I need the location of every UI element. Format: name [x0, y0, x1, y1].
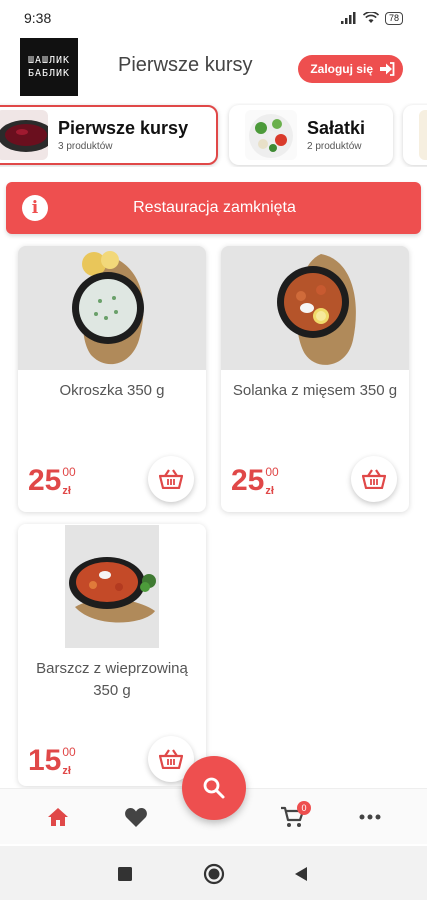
- product-name: Barszcz z wieprzowiną 350 g: [36, 660, 188, 699]
- basket-icon: [159, 749, 183, 769]
- recents-button[interactable]: [114, 863, 136, 885]
- product-image: [221, 246, 409, 370]
- category-card-pierwsze-kursy[interactable]: Pierwsze kursy 3 produktów: [0, 105, 218, 165]
- product-name: Okroszka 350 g: [59, 382, 165, 399]
- wifi-icon: [362, 12, 379, 23]
- nav-more[interactable]: [356, 803, 384, 831]
- product-name: Solanka z mięsem 350 g: [232, 382, 398, 399]
- price-integer: 15: [28, 744, 62, 777]
- add-to-cart-button[interactable]: [351, 456, 397, 502]
- battery-icon: 78: [384, 11, 403, 25]
- price-currency: zł: [62, 765, 71, 777]
- signal-icon: [340, 12, 356, 24]
- logo-line-2: БАБЛИК: [27, 68, 71, 79]
- nav-home[interactable]: [44, 803, 72, 831]
- square-icon: [118, 867, 132, 881]
- status-time: 9:38: [24, 10, 52, 26]
- price-decimal: 00: [62, 465, 76, 479]
- category-count: 3 produktów: [58, 141, 113, 152]
- category-image: [419, 110, 427, 160]
- triangle-back-icon: [295, 867, 307, 881]
- category-card-partial[interactable]: [403, 105, 427, 165]
- restaurant-logo[interactable]: ШАШЛИК БАБЛИК: [20, 38, 78, 96]
- price-integer: 25: [231, 464, 265, 497]
- price-currency: zł: [265, 485, 274, 497]
- heart-icon: [125, 807, 147, 827]
- category-name: Pierwsze kursy: [58, 118, 189, 138]
- nav-cart[interactable]: 0: [278, 801, 311, 831]
- back-button[interactable]: [290, 863, 312, 885]
- price-integer: 25: [28, 464, 62, 497]
- header: ШАШЛИК БАБЛИК Pierwsze kursy Zaloguj się: [0, 36, 427, 98]
- product-card-solanka[interactable]: Solanka z mięsem 350 g 25 00 zł: [221, 246, 409, 512]
- category-name: Sałatki: [307, 118, 366, 138]
- basket-icon: [362, 469, 386, 489]
- more-icon: [359, 814, 381, 820]
- search-icon: [203, 777, 225, 799]
- basket-icon: [159, 469, 183, 489]
- category-image: [0, 110, 48, 160]
- status-icons: 78: [340, 11, 403, 25]
- product-card-barszcz[interactable]: Barszcz z wieprzowiną 350 g 15 00 zł: [18, 524, 206, 786]
- logo-line-1: ШАШЛИК: [27, 55, 71, 66]
- price-decimal: 00: [62, 745, 76, 759]
- info-icon: i: [22, 195, 48, 221]
- system-navigation-bar: [0, 846, 427, 900]
- status-bar: 9:38 78: [0, 0, 427, 36]
- product-price: 25 00 zł: [231, 466, 279, 499]
- login-icon: [380, 62, 395, 76]
- page-title: Pierwsze kursy: [118, 54, 253, 76]
- nav-favorites[interactable]: [122, 803, 150, 831]
- product-price: 25 00 zł: [28, 466, 76, 499]
- home-icon: [48, 808, 68, 826]
- banner-text: Restauracja zamknięta: [133, 199, 296, 216]
- product-image: [18, 246, 206, 370]
- category-image: [245, 110, 297, 160]
- circle-icon: [203, 863, 225, 885]
- category-count: 2 produktów: [307, 141, 362, 152]
- price-decimal: 00: [265, 465, 279, 479]
- product-image: [18, 524, 206, 648]
- product-card-okroszka[interactable]: Okroszka 350 g 25 00 zł: [18, 246, 206, 512]
- category-card-salatki[interactable]: Sałatki 2 produktów: [229, 105, 393, 165]
- search-fab-button[interactable]: [182, 756, 246, 820]
- home-system-button[interactable]: [203, 863, 225, 885]
- category-carousel[interactable]: Pierwsze kursy 3 produktów Sałatki 2 pro…: [0, 103, 427, 167]
- add-to-cart-button[interactable]: [148, 456, 194, 502]
- login-button[interactable]: Zaloguj się: [298, 55, 403, 83]
- price-currency: zł: [62, 485, 71, 497]
- login-label: Zaloguj się: [310, 62, 373, 76]
- cart-badge: 0: [297, 801, 311, 815]
- product-price: 15 00 zł: [28, 746, 76, 779]
- restaurant-closed-banner: i Restauracja zamknięta: [6, 182, 421, 234]
